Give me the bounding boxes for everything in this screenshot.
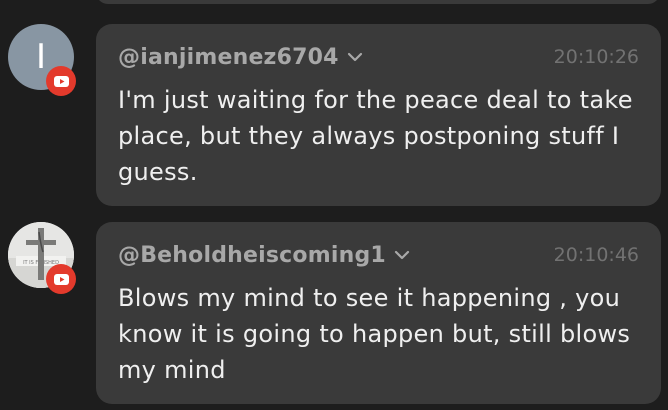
username-dropdown[interactable]: @ianjimenez6704 bbox=[118, 45, 363, 70]
message-text: I'm just waiting for the peace deal to t… bbox=[118, 86, 633, 186]
timestamp: 20:10:46 bbox=[553, 244, 639, 266]
username-dropdown[interactable]: @Beholdheiscoming1 bbox=[118, 243, 410, 268]
message-text: Blows my mind to see it happening , you … bbox=[118, 284, 631, 384]
previous-message-bubble bbox=[96, 0, 660, 4]
avatar[interactable]: I bbox=[8, 24, 76, 96]
youtube-icon bbox=[46, 264, 76, 294]
chevron-down-icon[interactable] bbox=[347, 52, 363, 62]
youtube-icon bbox=[46, 66, 76, 96]
chevron-down-icon[interactable] bbox=[394, 250, 410, 260]
comment-bubble: @Beholdheiscoming1 20:10:46 Blows my min… bbox=[96, 222, 661, 404]
timestamp: 20:10:26 bbox=[553, 46, 639, 68]
username[interactable]: @Beholdheiscoming1 bbox=[118, 243, 386, 268]
comment-header: @ianjimenez6704 20:10:26 bbox=[118, 42, 639, 72]
comment-header: @Beholdheiscoming1 20:10:46 bbox=[118, 240, 639, 270]
username[interactable]: @ianjimenez6704 bbox=[118, 45, 339, 70]
avatar[interactable]: IT IS FINISHED bbox=[8, 222, 76, 294]
chat-feed: I @ianjimenez6704 20:10:26 I'm just wait… bbox=[0, 0, 668, 410]
comment-bubble: @ianjimenez6704 20:10:26 I'm just waitin… bbox=[96, 24, 661, 206]
